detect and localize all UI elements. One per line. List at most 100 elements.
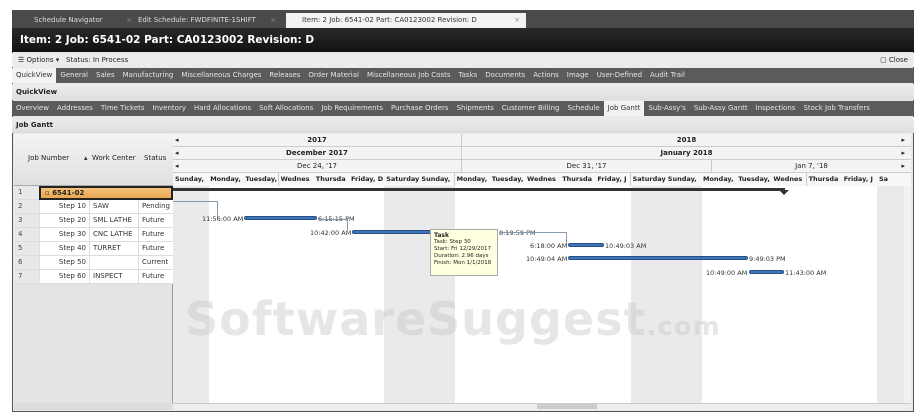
close-button[interactable]: ▢ Close — [880, 53, 908, 67]
tab-quickview[interactable]: QuickView — [12, 68, 57, 83]
scroll-left-icon[interactable]: ◂ — [175, 147, 179, 159]
col-job-number[interactable]: Job Number — [28, 154, 69, 162]
subtab-inspections[interactable]: Inspections — [752, 101, 800, 116]
subtab-schedule[interactable]: Schedule — [564, 101, 604, 116]
tab-user-defined[interactable]: User-Defined — [593, 68, 646, 83]
group-row[interactable]: 1 ▫ 6541-02 — [14, 186, 173, 200]
work-center-cell — [89, 256, 139, 269]
day-header: Friday, J — [841, 173, 878, 186]
tab-releases[interactable]: Releases — [265, 68, 304, 83]
table-row[interactable]: 2 Step 10 SAW Pending — [14, 200, 173, 214]
subtab-hard-allocations[interactable]: Hard Allocations — [190, 101, 255, 116]
scroll-right-icon[interactable]: ▸ — [901, 134, 905, 146]
tab-actions[interactable]: Actions — [529, 68, 563, 83]
summary-bar[interactable] — [173, 188, 785, 191]
gantt-scrollbar[interactable] — [173, 403, 911, 410]
task-bar-step-40[interactable] — [568, 256, 748, 260]
col-work-center[interactable]: Work Center — [92, 154, 136, 162]
tab-label: Schedule Navigator — [34, 16, 103, 24]
tooltip-finish: Finish: Mon 1/1/2018 — [434, 260, 492, 266]
tab-tasks[interactable]: Tasks — [455, 68, 482, 83]
table-row[interactable]: 4 Step 30 CNC LATHE Future — [14, 228, 173, 242]
summary-end-marker — [779, 190, 789, 200]
tab-miscellaneous-job-costs[interactable]: Miscellaneous Job Costs — [363, 68, 455, 83]
day-header: Sunday, — [419, 173, 456, 186]
scroll-right-icon[interactable]: ▸ — [901, 160, 905, 172]
subtab-job-requirements[interactable]: Job Requirements — [317, 101, 387, 116]
tooltip-title: Task — [434, 232, 449, 239]
table-row[interactable]: 3 Step 20 SML LATHE Future — [14, 214, 173, 228]
week-label: Dec 31, '17 — [461, 160, 711, 172]
subtab-time-tickets[interactable]: Time Tickets — [97, 101, 149, 116]
task-bar-step-60[interactable] — [749, 270, 784, 274]
tab-image[interactable]: Image — [563, 68, 593, 83]
table-row[interactable]: 7 Step 60 INSPECT Future — [14, 270, 173, 284]
day-header: Monday, — [454, 173, 491, 186]
step-cell: Step 40 — [39, 242, 89, 255]
col-status[interactable]: Status — [144, 154, 166, 162]
status-cell: Pending — [138, 200, 173, 213]
subtab-sub-assy-gantt[interactable]: Sub-Assy Gantt — [690, 101, 752, 116]
section-label: QuickView — [12, 84, 914, 100]
bar-start-label: 10:49:04 AM — [526, 255, 568, 263]
subtab-overview[interactable]: Overview — [12, 101, 53, 116]
table-row[interactable]: 6 Step 50 Current — [14, 256, 173, 270]
bar-end-label: 9:49:03 PM — [749, 255, 786, 263]
row-number: 7 — [14, 270, 39, 283]
status-cell: Future — [138, 214, 173, 227]
scroll-left-icon[interactable]: ◂ — [175, 160, 179, 172]
subtab-soft-allocations[interactable]: Soft Allocations — [255, 101, 317, 116]
tab-item-job[interactable]: Item: 2 Job: 6541-02 Part: CA0123002 Rev… — [286, 13, 526, 28]
week-label: Dec 24, '17 — [297, 162, 337, 170]
task-bar-step-10[interactable] — [244, 216, 317, 220]
subtab-customer-billing[interactable]: Customer Billing — [498, 101, 564, 116]
work-center-cell: TURRET — [89, 242, 139, 255]
scroll-right-icon[interactable]: ▸ — [901, 147, 905, 159]
status-cell: Future — [138, 270, 173, 283]
close-icon[interactable]: × — [270, 13, 276, 28]
vertical-scrollbar[interactable] — [904, 186, 911, 403]
tab-schedule-navigator[interactable]: Schedule Navigator × — [18, 13, 138, 28]
sort-icon: ▴ — [84, 154, 88, 162]
main-tabs: QuickView General Sales Manufacturing Miscel… — [12, 68, 914, 83]
step-cell: Step 60 — [39, 270, 89, 283]
year-row: 2017 2018 ◂ ▸ — [173, 134, 911, 147]
tooltip-start: Start: Fri 12/29/2017 — [434, 246, 492, 252]
tab-miscellaneous-charges[interactable]: Miscellaneous Charges — [177, 68, 265, 83]
tab-edit-schedule[interactable]: Edit Schedule: FWDFINITE-1SHIFT × — [122, 13, 282, 28]
tab-sales[interactable]: Sales — [92, 68, 119, 83]
tooltip-task: Task: Step 30 — [434, 239, 471, 245]
month-label: January 2018 — [461, 147, 911, 159]
tab-manufacturing[interactable]: Manufacturing — [119, 68, 178, 83]
tooltip-duration: Duration: 2.96 days — [434, 253, 489, 259]
tab-audit-trail[interactable]: Audit Trail — [646, 68, 689, 83]
subtab-addresses[interactable]: Addresses — [53, 101, 97, 116]
subtab-purchase-orders[interactable]: Purchase Orders — [387, 101, 453, 116]
row-number: 3 — [14, 214, 39, 227]
table-row[interactable]: 5 Step 40 TURRET Future — [14, 242, 173, 256]
day-header: Wednes — [525, 173, 561, 186]
status-cell: Future — [138, 228, 173, 241]
task-bar-step-20[interactable] — [352, 230, 432, 234]
watermark: SoftwareSuggest.com — [185, 292, 721, 346]
row-number: 4 — [14, 228, 39, 241]
step-cell: Step 30 — [39, 228, 89, 241]
subtab-inventory[interactable]: Inventory — [149, 101, 190, 116]
year-label: 2018 — [461, 134, 911, 146]
subtab-job-gantt[interactable]: Job Gantt — [603, 101, 645, 116]
task-bar-step-30[interactable] — [568, 243, 604, 247]
month-label: December 2017 — [286, 149, 348, 157]
grid-scrollbar[interactable] — [14, 403, 173, 410]
subtab-stock-job-transfers[interactable]: Stock Job Transfers — [799, 101, 873, 116]
scroll-left-icon[interactable]: ◂ — [175, 134, 179, 146]
day-header: Wednes — [278, 173, 315, 186]
tab-order-material[interactable]: Order Material — [304, 68, 363, 83]
subtab-sub-assy-s[interactable]: Sub-Assy's — [644, 101, 690, 116]
options-menu[interactable]: ☰ Options ▾ — [18, 56, 59, 64]
subtab-shipments[interactable]: Shipments — [453, 101, 498, 116]
bar-start-label: 10:49:00 AM — [706, 269, 748, 277]
close-icon[interactable]: × — [514, 13, 520, 28]
day-header: Thursda — [313, 173, 350, 186]
tab-documents[interactable]: Documents — [481, 68, 529, 83]
tab-general[interactable]: General — [56, 68, 92, 83]
